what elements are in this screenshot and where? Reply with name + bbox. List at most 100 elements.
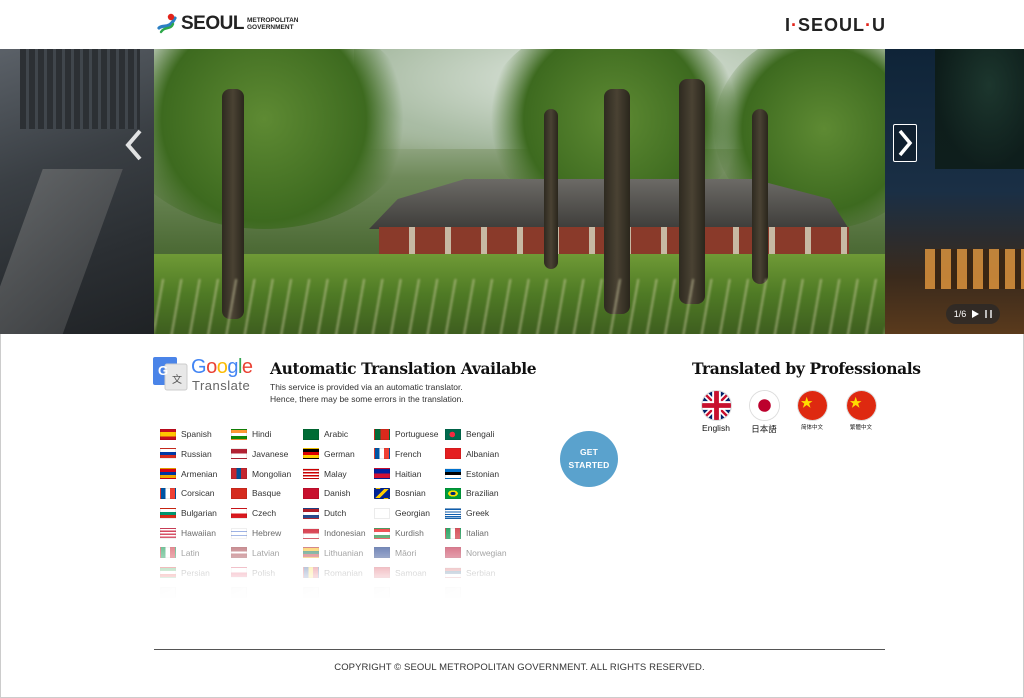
language-option[interactable]: Georgian (374, 506, 430, 520)
translate-wordmark: Translate (192, 378, 251, 393)
language-label: Hindi (252, 429, 272, 439)
language-option[interactable]: German (303, 447, 355, 461)
pro-lang-label: 日本語 (751, 424, 777, 434)
slide-counter: 1/6 (953, 309, 967, 319)
language-label: Māori (395, 547, 417, 558)
pro-lang-label: English (702, 423, 730, 433)
language-label: Brazilian (466, 488, 499, 499)
language-option[interactable]: Estonian (445, 467, 499, 481)
language-label: Hebrew (252, 528, 282, 538)
logo-text: SEOUL (181, 13, 244, 34)
language-option[interactable]: Arabic (303, 427, 348, 441)
flag-icon (303, 567, 319, 579)
pause-icon[interactable] (985, 310, 993, 318)
language-option[interactable]: Hawaiian (160, 526, 216, 540)
language-option[interactable]: Romanian (303, 566, 363, 580)
flag-icon (160, 428, 176, 440)
language-option[interactable]: Kurdish (374, 526, 424, 540)
language-option[interactable]: Latvian (231, 546, 279, 560)
language-label: Estonian (466, 468, 500, 479)
language-label: Romanian (324, 567, 363, 578)
language-option[interactable]: Malay (303, 467, 347, 481)
language-option[interactable]: Hindi (231, 427, 271, 441)
pro-lang-simplified-chinese[interactable]: 简体中文 (792, 391, 832, 431)
language-option[interactable]: Armenian (160, 467, 217, 481)
language-option[interactable]: Danish (303, 486, 350, 500)
language-option[interactable]: Basque (231, 486, 281, 500)
language-option[interactable]: Italian (445, 526, 489, 540)
language-option[interactable]: Spanish (160, 427, 212, 441)
language-option[interactable]: Persian (160, 566, 210, 580)
language-label: German (324, 448, 355, 459)
language-option[interactable]: Dutch (303, 506, 346, 520)
language-label: Albanian (466, 448, 500, 459)
language-option[interactable]: Bengali (445, 427, 494, 441)
language-option[interactable]: Corsican (160, 486, 215, 500)
flag-icon (160, 527, 176, 539)
language-option[interactable]: Bulgarian (160, 506, 217, 520)
flag-icon (231, 448, 247, 460)
language-option[interactable]: Javanese (231, 447, 288, 461)
language-option[interactable]: Serbian (445, 566, 495, 580)
language-option[interactable]: Czech (231, 506, 276, 520)
seoul-logo[interactable]: SEOUL METROPOLITAN GOVERNMENT (155, 12, 298, 36)
language-option[interactable]: Bosnian (374, 486, 426, 500)
slider-prev-button[interactable] (120, 125, 150, 165)
slider-next-button[interactable] (893, 124, 917, 162)
language-option[interactable]: Haitian (374, 467, 421, 481)
language-option[interactable]: Portuguese (374, 427, 438, 441)
language-option[interactable]: French (374, 447, 421, 461)
flag-icon (160, 586, 176, 598)
language-option[interactable]: Samoan (374, 566, 427, 580)
flag-icon (303, 507, 319, 519)
pro-lang-traditional-chinese[interactable]: 繁體中文 (841, 391, 881, 431)
language-option[interactable] (303, 585, 324, 599)
flag-icon (445, 547, 461, 559)
uk-flag-icon (701, 391, 731, 420)
svg-text:G: G (158, 363, 168, 378)
china-flag-icon (846, 391, 876, 420)
flag-icon (374, 507, 390, 519)
auto-translation-description: This service is provided via an automati… (270, 381, 464, 405)
language-label: Armenian (181, 468, 218, 479)
language-label: Danish (324, 488, 351, 499)
flag-icon (231, 507, 247, 519)
language-option[interactable] (445, 585, 466, 599)
language-label: Samoan (395, 567, 427, 578)
language-option[interactable]: Brazilian (445, 486, 499, 500)
flag-icon (445, 507, 461, 519)
flag-icon (303, 487, 319, 499)
language-option[interactable]: Greek (445, 506, 489, 520)
language-option[interactable]: Indonesian (303, 526, 366, 540)
language-option[interactable]: Russian (160, 447, 212, 461)
i-seoul-u-brand[interactable]: I·SEOUL·U (785, 15, 886, 36)
language-grid: Spanish Hindi Arabic Portuguese Bengali Russi… (160, 427, 520, 602)
flag-icon (374, 428, 390, 440)
flag-icon (374, 487, 390, 499)
language-label: French (395, 448, 422, 459)
language-option[interactable]: Lithuanian (303, 546, 363, 560)
language-label: Arabic (324, 429, 349, 439)
flag-icon (231, 487, 247, 499)
pro-lang-japanese[interactable]: 日本語 (744, 391, 784, 435)
language-option[interactable] (160, 585, 181, 599)
play-icon[interactable] (972, 310, 980, 318)
language-label: Kurdish (395, 528, 424, 538)
language-option[interactable] (374, 585, 395, 599)
language-option[interactable]: Māori (374, 546, 416, 560)
language-label: Dutch (324, 508, 347, 519)
pro-lang-english[interactable]: English (696, 391, 736, 433)
language-option[interactable] (231, 585, 252, 599)
logo-subtext: METROPOLITAN GOVERNMENT (247, 17, 299, 31)
flag-icon (445, 468, 461, 480)
language-option[interactable]: Mongolian (231, 467, 291, 481)
language-option[interactable]: Norwegian (445, 546, 507, 560)
language-label: Indonesian (324, 528, 366, 538)
language-option[interactable]: Polish (231, 566, 275, 580)
flag-icon (445, 527, 461, 539)
language-option[interactable]: Albanian (445, 447, 499, 461)
flag-icon (160, 547, 176, 559)
language-option[interactable]: Latin (160, 546, 199, 560)
get-started-button[interactable]: GET STARTED (560, 431, 618, 487)
language-option[interactable]: Hebrew (231, 526, 281, 540)
